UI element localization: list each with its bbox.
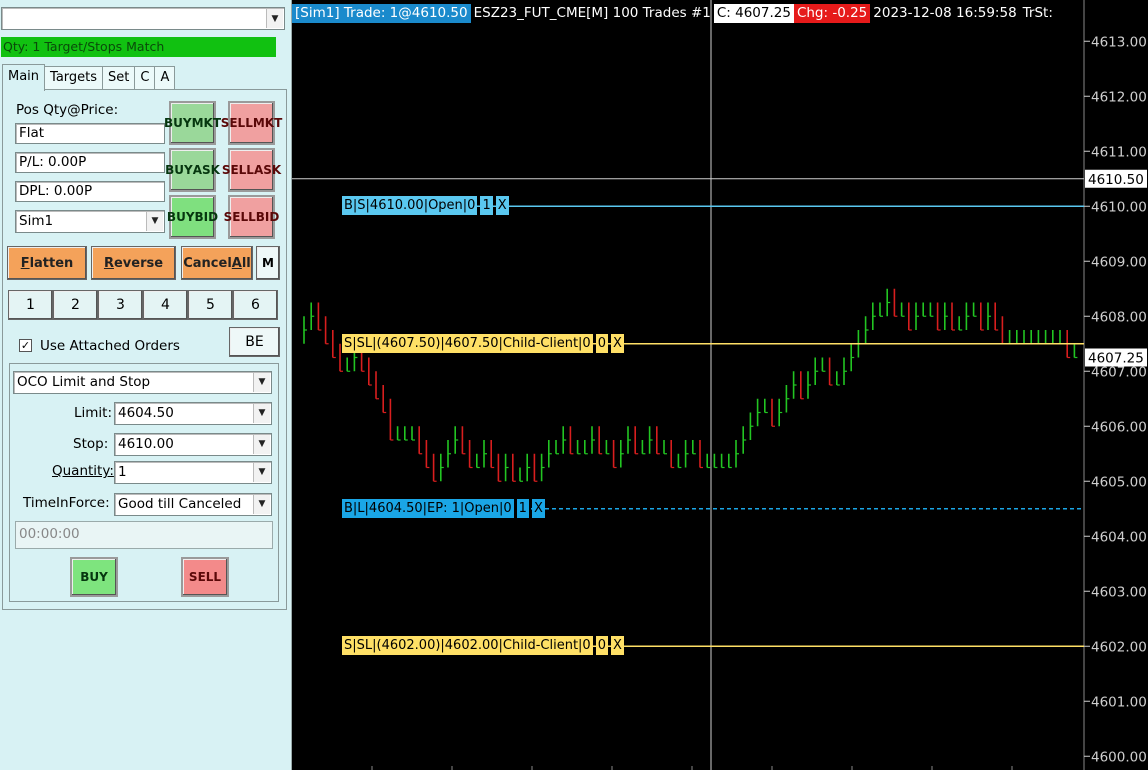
account-value: Sim1 [19, 213, 54, 229]
price-tick-label: 4609.00 [1091, 254, 1147, 270]
price-tick-label: 4601.00 [1091, 694, 1147, 710]
limit-value: 4604.50 [118, 405, 174, 421]
stop-value: 4610.00 [118, 436, 174, 452]
order-qty[interactable]: 0 [595, 636, 608, 656]
chevron-down-icon[interactable]: ▼ [253, 495, 270, 514]
order-qty[interactable]: 1 [480, 196, 493, 216]
chevron-down-icon[interactable]: ▼ [253, 373, 270, 392]
position-field: Flat [15, 123, 165, 144]
order-entry-panel: ▼ Qty: 1 Target/Stops Match Main Targets… [0, 0, 292, 770]
attached-order-type-value: OCO Limit and Stop [17, 374, 151, 390]
order-text: B|S|4610.00|Open|0 [342, 196, 478, 216]
price-chart[interactable]: 4613.00 4612.00 4611.00 4610.00 4609.00 4608.… [292, 0, 1148, 770]
time-in-force-select[interactable]: Good till Canceled ▼ [114, 493, 272, 516]
order-label[interactable]: S|SL|(4602.00)|4602.00|Child-Client|0 0 X [342, 636, 627, 656]
qty-button-5[interactable]: 5 [188, 290, 233, 320]
time-field[interactable]: 00:00:00 [15, 521, 273, 549]
quantity-label: Quantity: [52, 463, 114, 479]
dpl-field: DPL: 0.00P [15, 181, 165, 202]
price-tick-label: 4604.00 [1091, 529, 1147, 545]
price-tick-label: 4606.00 [1091, 419, 1147, 435]
price-tick-label: 4611.00 [1091, 144, 1147, 160]
order-label[interactable]: B|S|4610.00|Open|0 1 X [342, 196, 512, 216]
limit-label: Limit: [74, 405, 113, 421]
reverse-button[interactable]: Reverse [91, 246, 176, 280]
price-tick-label: 4607.00 [1091, 364, 1147, 380]
status-bar: Qty: 1 Target/Stops Match [1, 37, 276, 57]
order-text: S|SL|(4602.00)|4602.00|Child-Client|0 [342, 636, 593, 656]
time-in-force-value: Good till Canceled [118, 496, 242, 512]
price-tick-label: 4608.00 [1091, 309, 1147, 325]
quantity-value: 1 [118, 464, 127, 480]
chart-header: [Sim1] Trade: 1@4610.50 ESZ23_FUT_CME[M]… [292, 4, 1056, 23]
cancel-order-button[interactable]: X [495, 196, 509, 216]
limit-input[interactable]: 4604.50 ▼ [114, 402, 272, 425]
price-tick-label: 4610.00 [1091, 199, 1147, 215]
tab-set[interactable]: Set [102, 66, 136, 90]
symbol-combo[interactable]: ▼ [1, 7, 285, 30]
qty-button-2[interactable]: 2 [53, 290, 98, 320]
sell-button[interactable]: SELL [181, 557, 229, 597]
symbol-info: ESZ23_FUT_CME[M] 100 Trades #1 [473, 5, 711, 21]
chevron-down-icon[interactable]: ▼ [253, 463, 270, 482]
cancel-order-button[interactable]: X [610, 333, 624, 353]
stop-label: Stop: [73, 436, 109, 452]
price-tick-label: 4602.00 [1091, 639, 1147, 655]
attached-order-type-select[interactable]: OCO Limit and Stop ▼ [13, 371, 272, 394]
price-tick-label: 4605.00 [1091, 474, 1147, 490]
chevron-down-icon[interactable]: ▼ [146, 212, 163, 231]
cancel-order-button[interactable]: X [531, 498, 545, 518]
sell-bid-button[interactable]: SELL BID [224, 195, 279, 239]
order-text: S|SL|(4607.50)|4607.50|Child-Client|0 [342, 333, 593, 353]
last-trade-price: 4610.50 [1088, 172, 1144, 188]
cancel-order-button[interactable]: X [610, 636, 624, 656]
trade-info: [Sim1] Trade: 1@4610.50 [292, 4, 471, 23]
tab-main[interactable]: Main [2, 64, 46, 91]
chevron-down-icon[interactable]: ▼ [253, 435, 270, 454]
tab-targets[interactable]: Targets [44, 66, 104, 90]
tab-a[interactable]: A [154, 66, 176, 90]
tab-strip: Main Targets Set C A [2, 64, 176, 91]
order-qty[interactable]: 1 [516, 498, 529, 518]
price-tick-label: 4603.00 [1091, 584, 1147, 600]
account-select[interactable]: Sim1 ▼ [15, 210, 165, 233]
chevron-down-icon[interactable]: ▼ [266, 9, 283, 28]
qty-button-4[interactable]: 4 [143, 290, 188, 320]
chevron-down-icon[interactable]: ▼ [253, 404, 270, 423]
order-qty[interactable]: 0 [595, 333, 608, 353]
time-in-force-label: TimeInForce: [23, 495, 110, 511]
stop-input[interactable]: 4610.00 ▼ [114, 433, 272, 456]
close-info: C: 4607.25 [713, 4, 794, 23]
price-tick-label: 4613.00 [1091, 34, 1147, 50]
use-attached-orders-checkbox[interactable]: ✓ [19, 339, 32, 352]
quantity-input[interactable]: 1 ▼ [114, 461, 272, 484]
order-label[interactable]: S|SL|(4607.50)|4607.50|Child-Client|0 0 X [342, 333, 627, 353]
sell-ask-button[interactable]: SELL ASK [222, 148, 281, 192]
qty-button-6[interactable]: 6 [233, 290, 278, 320]
price-tick-label: 4612.00 [1091, 89, 1147, 105]
breakeven-button[interactable]: BE [229, 327, 280, 357]
buy-ask-button[interactable]: BUY ASK [165, 148, 220, 192]
buy-bid-button[interactable]: BUY BID [167, 195, 218, 239]
flatten-button[interactable]: Flatten [7, 246, 87, 280]
trade-state-info: TrSt: [1022, 5, 1053, 21]
order-label[interactable]: B|L|4604.50|EP: 1|Open|0 1 X [342, 498, 548, 518]
buy-market-button[interactable]: BUY MKT [164, 101, 221, 145]
qty-button-3[interactable]: 3 [98, 290, 143, 320]
datetime-info: 2023-12-08 16:59:58 [873, 5, 1017, 21]
cancel-all-button[interactable]: Cancel All [181, 246, 253, 280]
order-text: B|L|4604.50|EP: 1|Open|0 [342, 498, 514, 518]
qty-button-1[interactable]: 1 [8, 290, 53, 320]
sell-market-button[interactable]: SELL MKT [221, 101, 282, 145]
close-price: 4607.25 [1088, 351, 1144, 367]
change-info: Chg: -0.25 [793, 4, 871, 23]
use-attached-orders-label: Use Attached Orders [40, 338, 180, 354]
price-tick-label: 4600.00 [1091, 749, 1147, 765]
buy-button[interactable]: BUY [70, 557, 118, 597]
tab-c[interactable]: C [134, 66, 156, 90]
m-button[interactable]: M [256, 246, 280, 280]
pl-field: P/L: 0.00P [15, 152, 165, 173]
pos-label: Pos Qty@Price: [16, 102, 119, 118]
